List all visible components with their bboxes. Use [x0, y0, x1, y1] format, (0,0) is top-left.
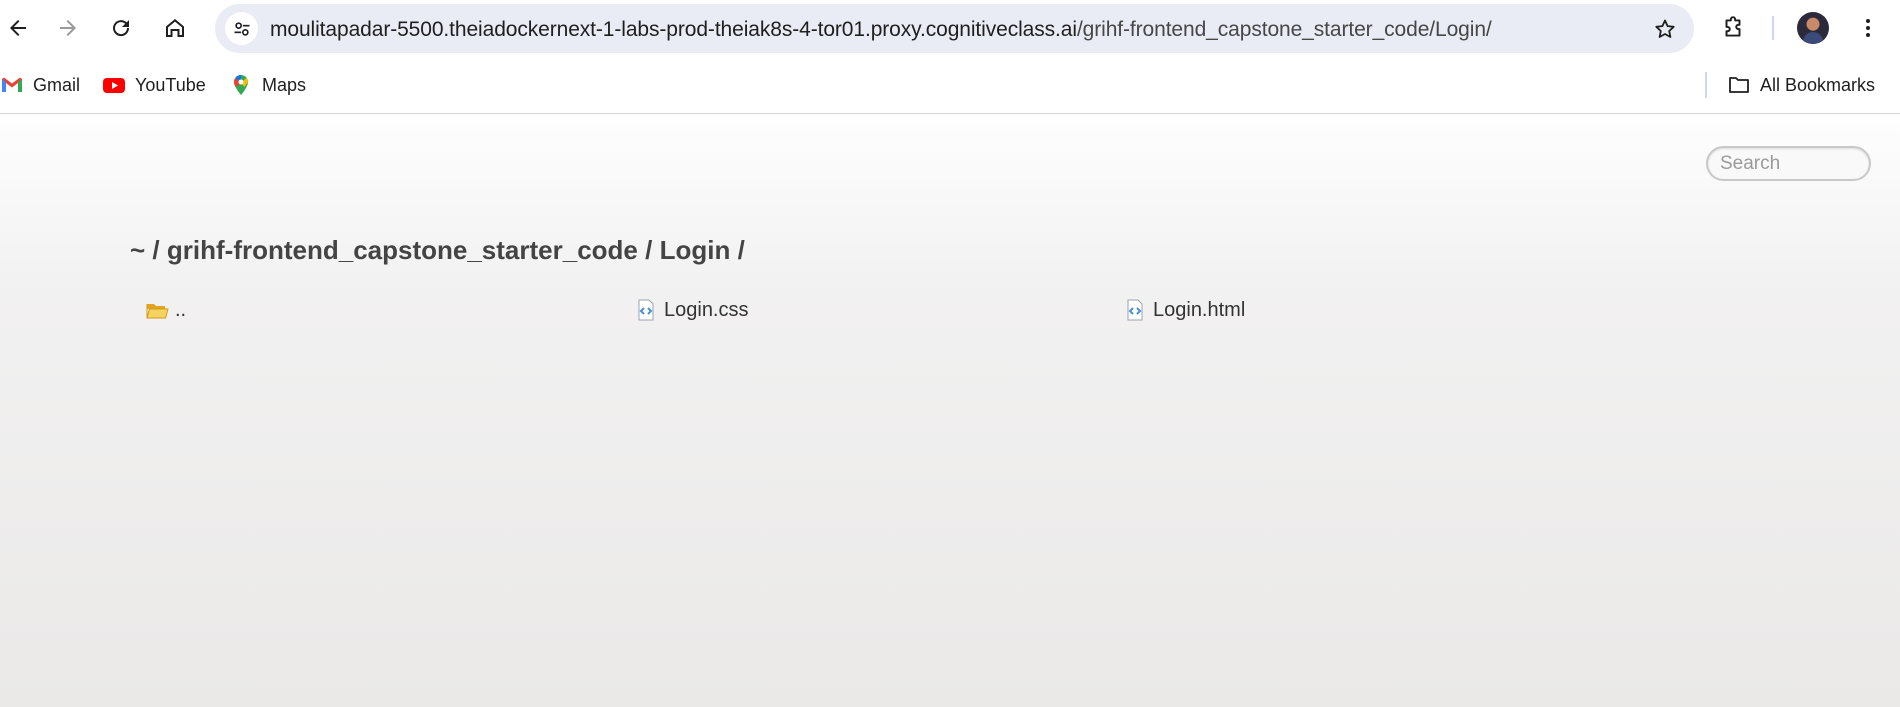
file-item-login-html[interactable]: Login.html — [1123, 295, 1245, 325]
puzzle-icon — [1725, 16, 1741, 37]
breadcrumb-separator: / — [737, 235, 745, 265]
breadcrumb: ~ / grihf-frontend_capstone_starter_code… — [130, 235, 745, 266]
directory-listing-page: ~ / grihf-frontend_capstone_starter_code… — [0, 115, 1900, 707]
folder-icon — [146, 304, 169, 319]
breadcrumb-separator: / — [152, 235, 160, 265]
code-file-icon — [638, 299, 654, 321]
kebab-menu-icon — [1866, 19, 1870, 37]
youtube-icon — [103, 78, 125, 93]
address-bar[interactable]: moulitapadar-5500.theiadockernext-1-labs… — [215, 4, 1694, 53]
bookmarks-bar: Gmail YouTube Maps All Bookmarks — [0, 56, 1900, 114]
file-name: Login.css — [664, 298, 749, 321]
bookmark-label: YouTube — [135, 74, 206, 95]
forward-button[interactable] — [50, 10, 86, 46]
file-name: Login.html — [1153, 298, 1246, 321]
back-arrow-icon — [10, 20, 26, 36]
bookmark-label: Maps — [262, 74, 307, 95]
bookmarks-divider — [1705, 72, 1707, 98]
star-icon — [1655, 19, 1675, 38]
folder-outline-icon — [1729, 77, 1749, 93]
all-bookmarks-button[interactable]: All Bookmarks — [1727, 70, 1875, 100]
gmail-icon — [2, 77, 22, 92]
bookmark-maps[interactable]: Maps — [229, 70, 306, 100]
tune-icon — [234, 21, 249, 36]
bookmark-label: Gmail — [33, 74, 81, 95]
reload-icon — [113, 20, 130, 37]
url-path: /grihf-frontend_capstone_starter_code/Lo… — [1076, 18, 1492, 41]
site-info-button[interactable] — [225, 12, 258, 45]
code-file-icon — [1127, 299, 1143, 321]
breadcrumb-folder[interactable]: grihf-frontend_capstone_starter_code — [167, 235, 638, 265]
forward-arrow-icon — [60, 20, 76, 36]
browser-menu-button[interactable] — [1852, 10, 1884, 46]
breadcrumb-subfolder[interactable]: Login — [660, 235, 731, 265]
file-item-parent[interactable]: .. — [145, 295, 186, 325]
bookmark-star-button[interactable] — [1650, 14, 1680, 44]
reload-button[interactable] — [103, 10, 139, 46]
extensions-button[interactable] — [1715, 10, 1751, 46]
bookmark-youtube[interactable]: YouTube — [102, 70, 206, 100]
maps-icon — [234, 75, 248, 95]
back-button[interactable] — [0, 10, 36, 46]
toolbar-divider — [1772, 16, 1774, 40]
home-icon — [166, 19, 184, 37]
search-input[interactable] — [1706, 146, 1871, 181]
home-button[interactable] — [157, 10, 193, 46]
all-bookmarks-label: All Bookmarks — [1760, 74, 1876, 95]
breadcrumb-separator: / — [645, 235, 653, 265]
file-item-login-css[interactable]: Login.css — [634, 295, 749, 325]
url-text[interactable]: moulitapadar-5500.theiadockernext-1-labs… — [270, 18, 1492, 42]
browser-toolbar: moulitapadar-5500.theiadockernext-1-labs… — [0, 0, 1900, 56]
bookmark-gmail[interactable]: Gmail — [0, 70, 80, 100]
file-name: .. — [175, 298, 187, 321]
profile-avatar[interactable] — [1797, 12, 1829, 44]
breadcrumb-home[interactable]: ~ — [130, 235, 145, 265]
url-host: moulitapadar-5500.theiadockernext-1-labs… — [270, 18, 1077, 41]
